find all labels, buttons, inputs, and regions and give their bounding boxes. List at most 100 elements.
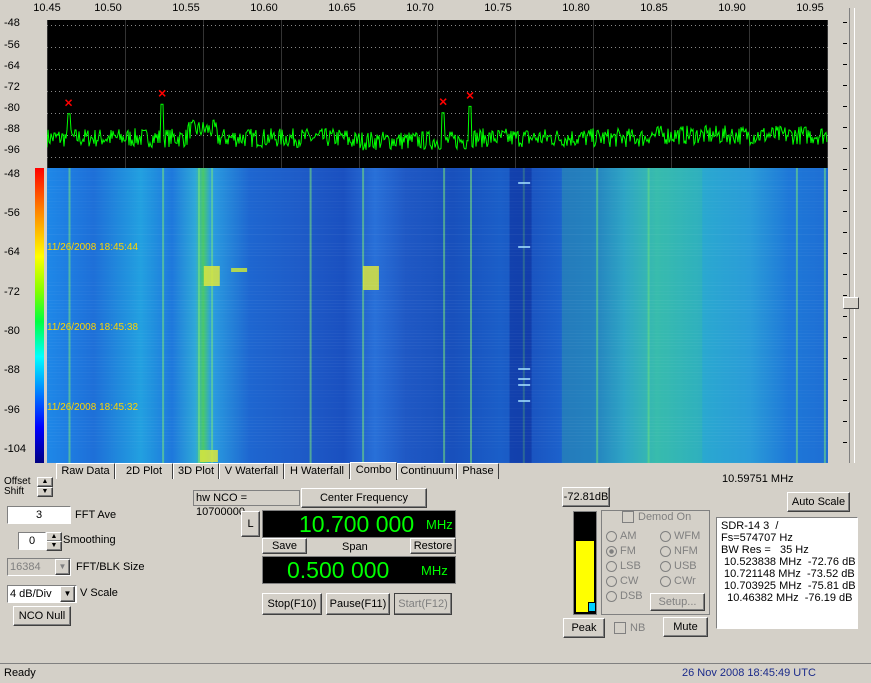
scale-dash — [843, 211, 847, 212]
scale-dash — [843, 85, 847, 86]
fft-ave-input[interactable]: 3 — [7, 506, 71, 524]
hw-nco-readout: hw NCO = 10700000 — [193, 490, 300, 518]
scale-dash — [843, 43, 847, 44]
mode-cwr[interactable]: CWr — [660, 575, 696, 587]
y-tick: -56 — [4, 39, 20, 51]
info-line: SDR-14 3 / — [721, 520, 779, 532]
x-tick: 10.70 — [406, 2, 434, 14]
radio-icon — [660, 530, 671, 542]
save-button[interactable]: Save — [262, 538, 307, 554]
scale-dash — [843, 358, 847, 359]
level-meter-marker — [588, 602, 596, 612]
fft-ave-label: FFT Ave — [75, 509, 117, 521]
mute-button[interactable]: Mute — [663, 617, 708, 637]
mode-fm[interactable]: FM — [606, 545, 636, 557]
scale-dash — [843, 127, 847, 128]
mode-usb[interactable]: USB — [660, 560, 697, 572]
mode-lsb[interactable]: LSB — [606, 560, 641, 572]
radio-icon — [660, 560, 671, 572]
nb-checkbox[interactable] — [614, 622, 626, 634]
demod-on-label: Demod On — [638, 511, 692, 523]
scale-dash — [843, 442, 847, 443]
tab-h-waterfall[interactable]: H Waterfall — [284, 463, 350, 479]
waterfall-timestamp: 11/26/2008 18:45:32 — [47, 402, 139, 413]
center-frequency-value: 10.700 000 — [299, 511, 415, 537]
y-tick: -48 — [4, 17, 20, 29]
offset-down-button[interactable]: ▼ — [37, 487, 53, 497]
tab-3d-plot[interactable]: 3D Plot — [173, 463, 219, 479]
offset-up-button[interactable]: ▲ — [37, 477, 53, 487]
tab-phase[interactable]: Phase — [457, 463, 499, 479]
y-tick: -48 — [4, 168, 20, 180]
mode-nfm[interactable]: NFM — [660, 545, 698, 557]
vertical-slider-track[interactable] — [849, 8, 855, 463]
vertical-slider-thumb[interactable] — [843, 297, 859, 309]
span-display[interactable]: 0.500 000 MHz — [262, 556, 456, 584]
setup-button[interactable]: Setup... — [650, 593, 705, 611]
level-db-button[interactable]: -72.81dB — [562, 487, 610, 507]
scale-dash — [843, 148, 847, 149]
y-tick: -96 — [4, 404, 20, 416]
x-tick: 10.95 — [796, 2, 824, 14]
mode-am[interactable]: AM — [606, 530, 637, 542]
scale-dash — [843, 22, 847, 23]
spectrum-plot[interactable] — [46, 20, 828, 168]
x-tick: 10.45 — [33, 2, 61, 14]
waterfall-timestamp: 11/26/2008 18:45:44 — [47, 242, 139, 253]
tab-v-waterfall[interactable]: V Waterfall — [219, 463, 284, 479]
span-unit: MHz — [421, 563, 448, 578]
center-frequency-display[interactable]: 10.700 000 MHz — [262, 510, 456, 538]
smoothing-label: Smoothing — [63, 534, 116, 546]
radio-icon — [660, 575, 671, 587]
nco-null-button[interactable]: NCO Null — [13, 606, 71, 626]
y-tick: -72 — [4, 81, 20, 93]
radio-icon — [606, 560, 617, 572]
smoothing-down-button[interactable]: ▼ — [46, 541, 62, 551]
radio-icon — [606, 575, 617, 587]
tab-continuum[interactable]: Continuum — [397, 463, 457, 479]
x-tick: 10.55 — [172, 2, 200, 14]
mode-cw[interactable]: CW — [606, 575, 638, 587]
y-tick: -80 — [4, 102, 20, 114]
waterfall-display[interactable] — [47, 168, 828, 463]
info-line: BW Res = 35 Hz — [721, 544, 809, 556]
peak-button[interactable]: Peak — [563, 618, 605, 638]
scale-dash — [843, 379, 847, 380]
tab-2d-plot[interactable]: 2D Plot — [115, 463, 173, 479]
scale-dash — [843, 400, 847, 401]
x-tick: 10.85 — [640, 2, 668, 14]
mode-label: AM — [620, 530, 637, 542]
mode-wfm[interactable]: WFM — [660, 530, 700, 542]
smoothing-input[interactable]: 0 — [18, 532, 46, 550]
scale-dash — [843, 232, 847, 233]
radio-icon — [606, 530, 617, 542]
auto-scale-button[interactable]: Auto Scale — [787, 492, 850, 512]
waterfall-timestamp: 11/26/2008 18:45:38 — [47, 322, 139, 333]
scale-dash — [843, 274, 847, 275]
status-bar: Ready 26 Nov 2008 18:45:49 UTC — [0, 663, 871, 683]
x-tick: 10.90 — [718, 2, 746, 14]
fft-blk-dropdown-icon[interactable]: ▼ — [55, 559, 70, 575]
mode-dsb[interactable]: DSB — [606, 590, 643, 602]
scale-dash — [843, 190, 847, 191]
info-box: SDR-14 3 /Fs=574707 Hz BW Res = 35 Hz 10.… — [716, 517, 858, 629]
mode-label: FM — [620, 545, 636, 557]
lock-button[interactable]: L — [241, 511, 260, 537]
vscale-dropdown-icon[interactable]: ▼ — [60, 586, 75, 602]
cursor-frequency: 10.59751 MHz — [722, 473, 794, 485]
y-tick: -88 — [4, 123, 20, 135]
center-frequency-button[interactable]: Center Frequency — [301, 488, 427, 508]
x-tick: 10.50 — [94, 2, 122, 14]
y-tick: -64 — [4, 60, 20, 72]
info-line: 10.523838 MHz -72.76 dB — [721, 556, 856, 568]
start-button[interactable]: Start(F12) — [394, 593, 452, 615]
stop-button[interactable]: Stop(F10) — [262, 593, 322, 615]
spectrum-svg — [46, 20, 828, 168]
waterfall-svg — [47, 168, 828, 463]
tab-raw-data[interactable]: Raw Data — [56, 463, 115, 479]
tab-combo[interactable]: Combo — [350, 462, 397, 480]
pause-button[interactable]: Pause(F11) — [326, 593, 390, 615]
restore-button[interactable]: Restore — [410, 538, 456, 554]
y-tick: -104 — [4, 443, 27, 455]
demod-on-checkbox[interactable] — [622, 511, 634, 523]
